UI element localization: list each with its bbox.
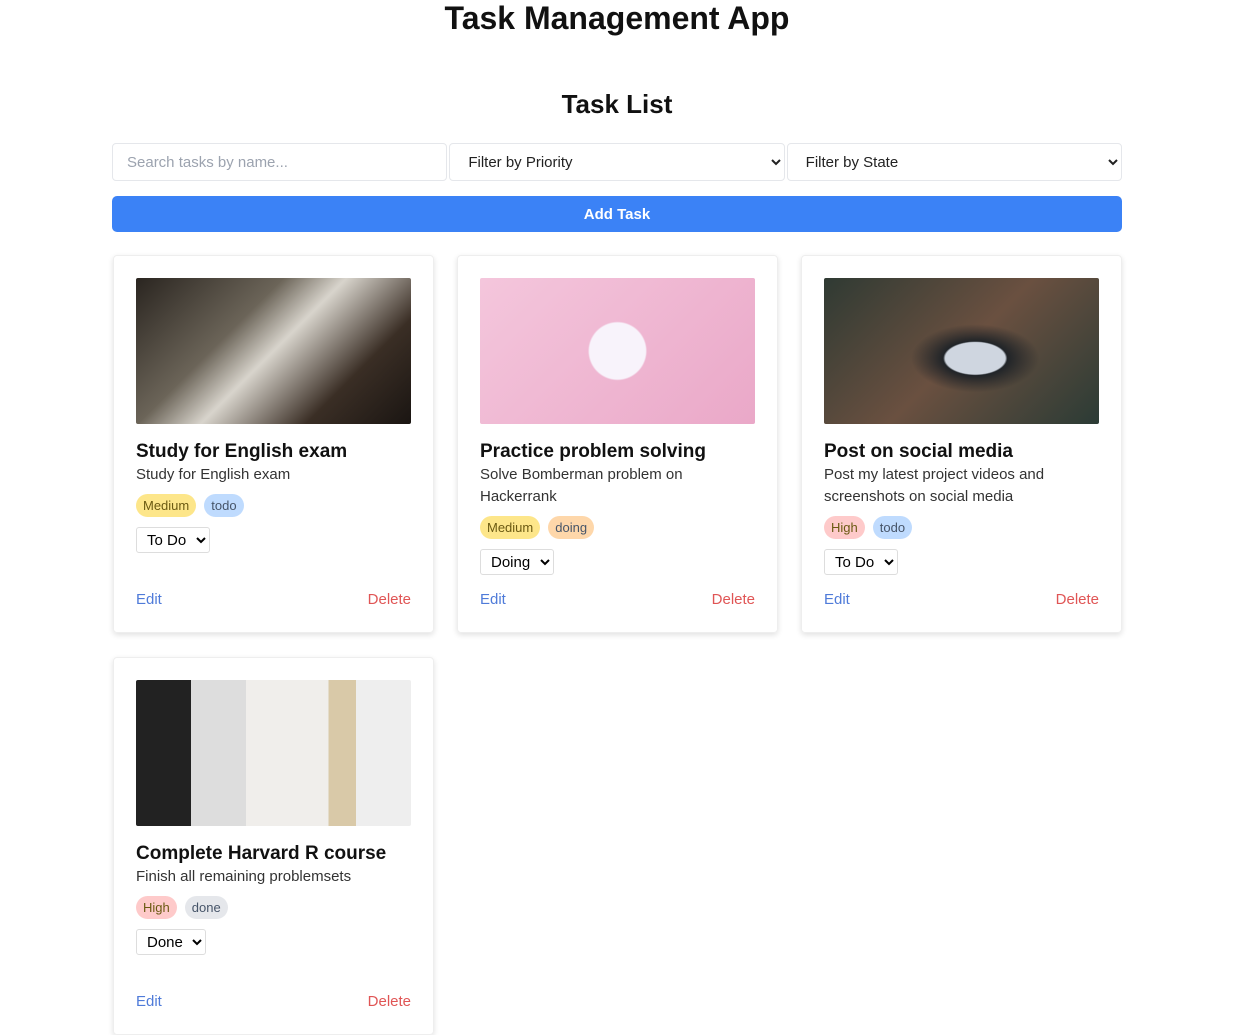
task-card: Complete Harvard R course Finish all rem…: [113, 657, 434, 1035]
edit-button[interactable]: Edit: [136, 591, 162, 608]
delete-button[interactable]: Delete: [712, 591, 755, 608]
task-image: [824, 278, 1099, 424]
priority-badge: Medium: [136, 494, 197, 517]
task-image: [136, 680, 411, 826]
task-title: Study for English exam: [136, 441, 348, 462]
task-card: Study for English exam Study for English…: [113, 255, 434, 633]
status-badge: todo: [204, 494, 244, 517]
status-badge: todo: [872, 516, 913, 539]
add-task-button[interactable]: Add Task: [112, 196, 1122, 232]
task-card: Practice problem solving Solve Bomberman…: [457, 255, 778, 633]
delete-button[interactable]: Delete: [368, 993, 411, 1010]
task-description: Finish all remaining problemsets: [136, 868, 352, 885]
delete-button[interactable]: Delete: [368, 591, 411, 608]
priority-badge: Medium: [480, 516, 541, 539]
edit-button[interactable]: Edit: [824, 591, 850, 608]
task-grid: Study for English exam Study for English…: [113, 255, 1122, 1035]
priority-badge: High: [136, 896, 177, 919]
task-description: Solve Bomberman problem on Hackerrank: [480, 466, 683, 505]
app-title: Task Management App: [444, 0, 790, 36]
edit-button[interactable]: Edit: [136, 993, 162, 1010]
task-title: Post on social media: [824, 441, 1013, 462]
status-badge: doing: [548, 516, 595, 539]
task-image: [480, 278, 755, 424]
task-list-title: Task List: [561, 89, 673, 119]
delete-button[interactable]: Delete: [1056, 591, 1099, 608]
task-description: Post my latest project videos and screen…: [824, 466, 1045, 505]
state-select[interactable]: To Do: [136, 527, 210, 553]
search-input[interactable]: [112, 143, 448, 181]
filter-bar: Filter by Priority Filter by State: [112, 143, 1122, 181]
priority-badge: High: [824, 516, 865, 539]
task-description: Study for English exam: [136, 466, 291, 483]
state-filter[interactable]: Filter by State: [786, 143, 1122, 181]
state-select[interactable]: Done: [136, 929, 206, 955]
priority-filter[interactable]: Filter by Priority: [449, 143, 785, 181]
state-select[interactable]: Doing: [480, 549, 554, 575]
task-card: Post on social media Post my latest proj…: [801, 255, 1122, 633]
task-title: Practice problem solving: [480, 441, 706, 462]
status-badge: done: [184, 896, 228, 919]
task-image: [136, 278, 411, 424]
state-select[interactable]: To Do: [824, 549, 898, 575]
task-title: Complete Harvard R course: [136, 843, 387, 864]
edit-button[interactable]: Edit: [480, 591, 506, 608]
